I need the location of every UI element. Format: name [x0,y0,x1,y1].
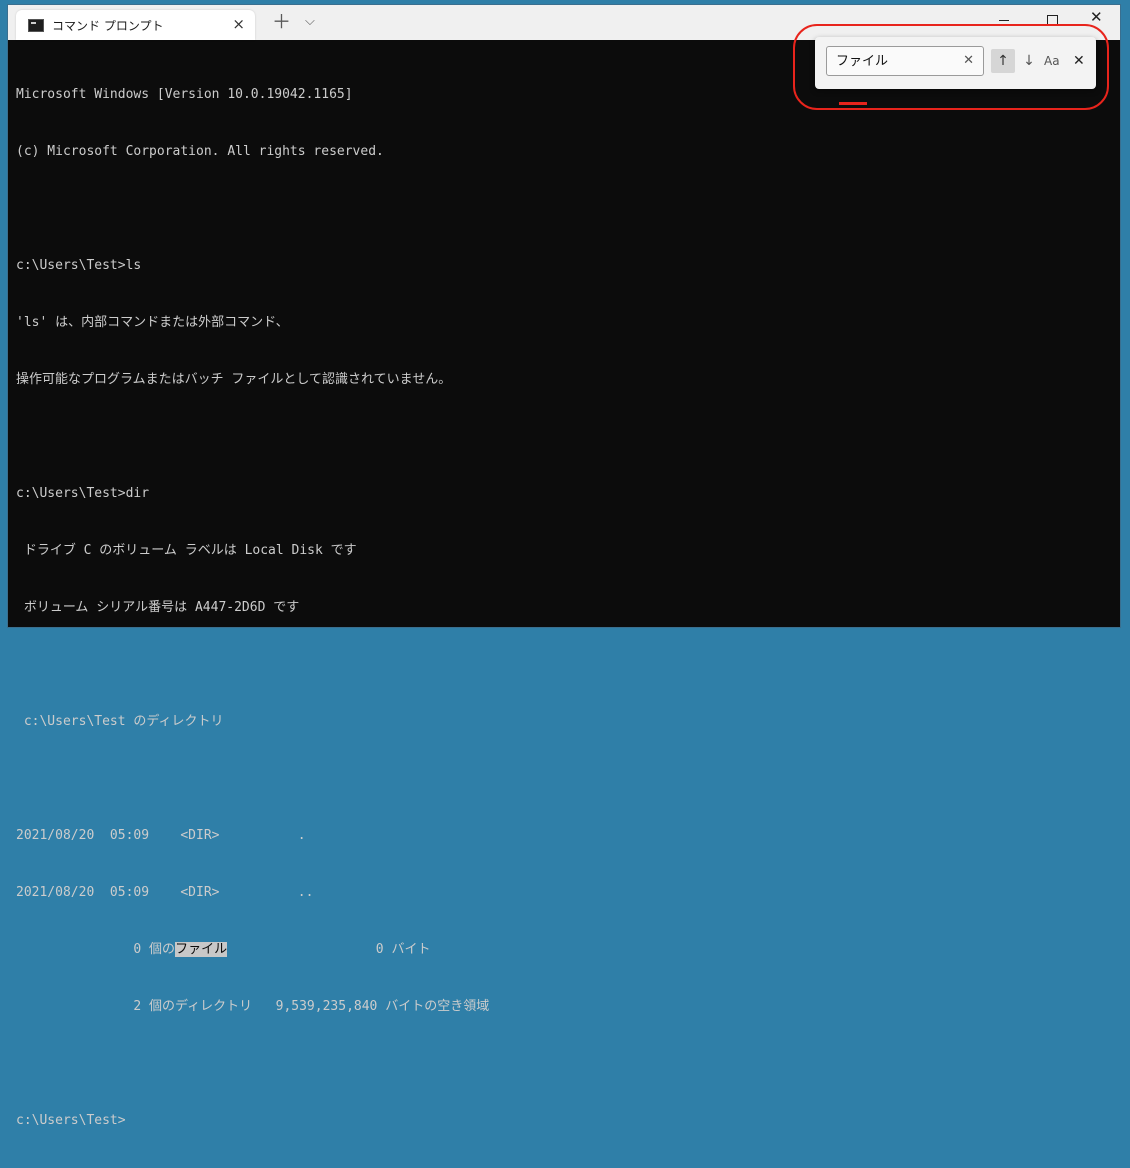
terminal-line: c:\Users\Test のディレクトリ [16,714,224,729]
red-annotation-outline [793,24,1109,110]
tab-dropdown-icon[interactable]: ⌵ [305,14,315,30]
terminal-line: ボリューム シリアル番号は A447-2D6D です [16,600,300,615]
files-line-suffix: 0 バイト [227,942,431,957]
files-line-prefix: 0 個の [16,942,176,957]
terminal-line: c:\Users\Test>dir [16,486,150,501]
terminal-line: ドライブ C のボリューム ラベルは Local Disk です [16,543,357,558]
minimize-icon[interactable] [996,8,1012,24]
window-close-icon[interactable]: ✕ [1090,9,1103,25]
terminal-line: 2021/08/20 05:09 <DIR> . [16,828,306,843]
search-match-highlight: ファイル [175,942,228,957]
terminal-line-files: 0 個のファイル 0 バイト [16,940,1106,959]
terminal-line: (c) Microsoft Corporation. All rights re… [16,144,384,159]
terminal-line: 2021/08/20 05:09 <DIR> .. [16,885,314,900]
terminal-line: 操作可能なプログラムまたはバッチ ファイルとして認識されていません。 [16,372,452,387]
terminal-prompt: c:\Users\Test> [16,1113,126,1128]
terminal-line: 'ls' は、内部コマンドまたは外部コマンド、 [16,315,289,330]
terminal-output[interactable]: Microsoft Windows [Version 10.0.19042.11… [16,47,1106,1168]
new-tab-icon[interactable]: ＋ [272,12,291,32]
tab-command-prompt[interactable]: コマンド プロンプト × [16,10,255,40]
maximize-icon[interactable] [1044,8,1060,26]
tab-close-icon[interactable]: × [232,15,245,33]
terminal-line: c:\Users\Test>ls [16,258,142,273]
tab-title: コマンド プロンプト [52,19,164,33]
terminal-line: 2 個のディレクトリ 9,539,235,840 バイトの空き領域 [16,999,490,1014]
cmd-icon [28,19,44,32]
red-annotation-stroke [839,102,867,105]
